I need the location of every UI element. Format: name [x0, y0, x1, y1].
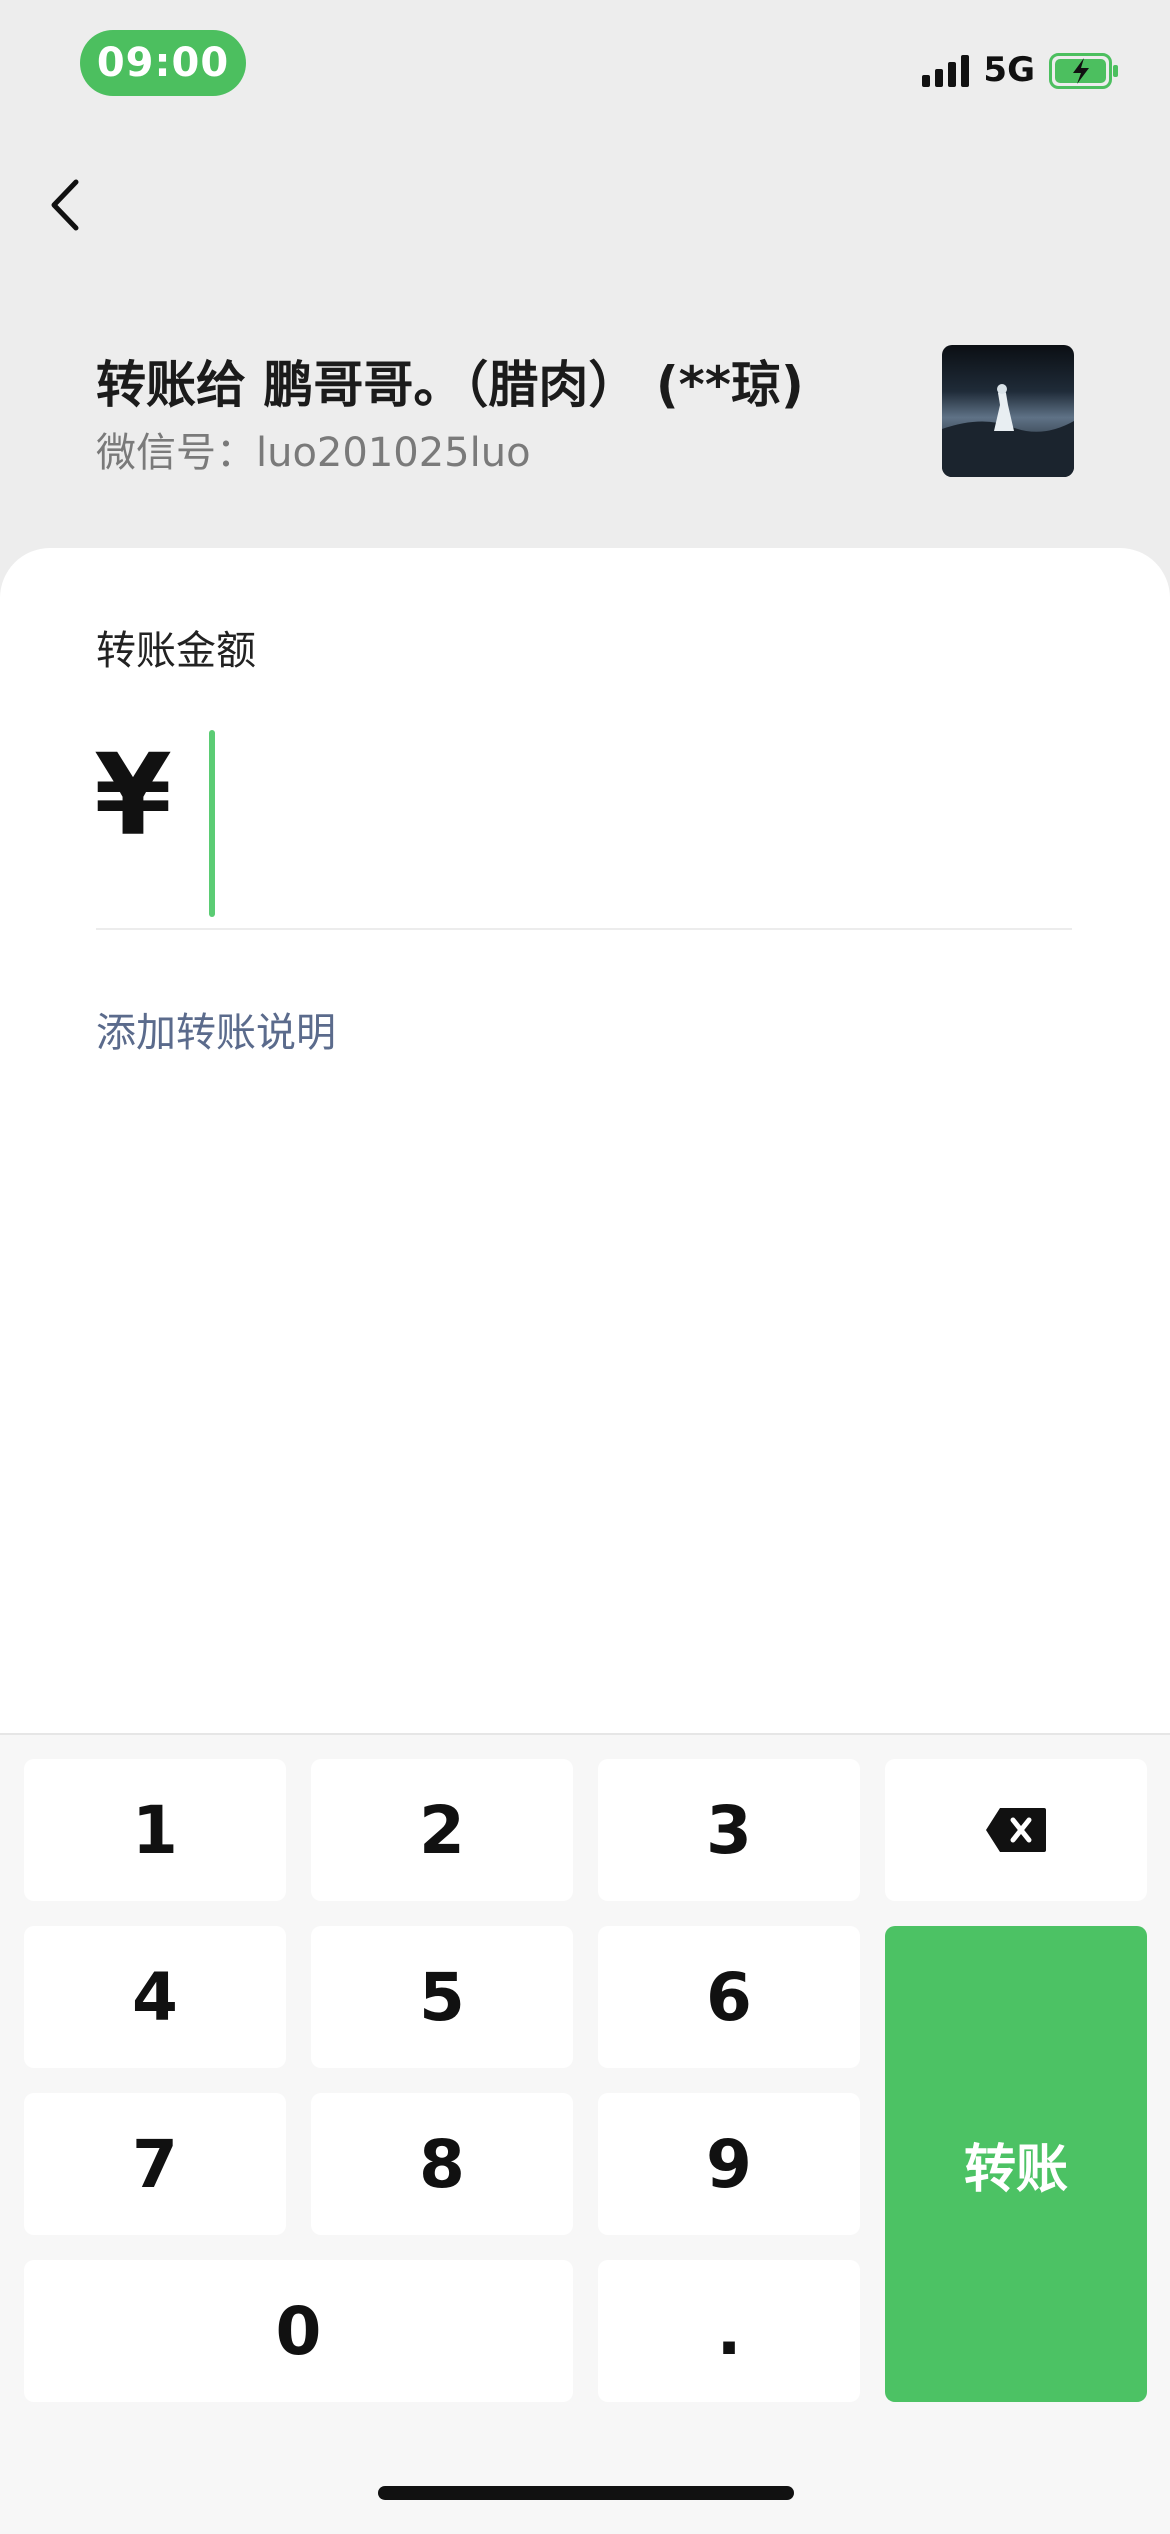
- status-time: 09:00: [80, 30, 246, 96]
- transfer-button[interactable]: 转账: [885, 1926, 1147, 2402]
- amount-panel: [0, 548, 1170, 1733]
- key-5[interactable]: 5: [311, 1926, 573, 2068]
- add-note-link[interactable]: 添加转账说明: [96, 1000, 336, 1058]
- key-3[interactable]: 3: [598, 1759, 860, 1901]
- avatar: [942, 345, 1074, 477]
- key-0[interactable]: 0: [24, 2260, 573, 2402]
- amount-divider: [96, 928, 1072, 930]
- battery-charging-icon: [1049, 53, 1118, 89]
- status-icons: 5G: [922, 50, 1118, 90]
- signal-icon: [922, 53, 970, 87]
- amount-input-cursor[interactable]: [209, 730, 215, 917]
- key-4[interactable]: 4: [24, 1926, 286, 2068]
- key-1[interactable]: 1: [24, 1759, 286, 1901]
- numeric-keypad: 1 2 3 4 5 6 7 8 9 0 . 转账: [0, 1733, 1170, 2534]
- backspace-icon: [986, 1808, 1046, 1852]
- payee-title: 转账给 鹏哥哥。（腊肉） (**琼): [96, 356, 804, 414]
- backspace-button[interactable]: [885, 1759, 1147, 1901]
- currency-symbol: ¥: [94, 731, 172, 861]
- home-indicator[interactable]: [378, 2486, 794, 2500]
- amount-label: 转账金额: [96, 628, 256, 674]
- key-7[interactable]: 7: [24, 2093, 286, 2235]
- key-2[interactable]: 2: [311, 1759, 573, 1901]
- chevron-left-icon: [51, 179, 79, 231]
- payee-wechat-id: 微信号：luo201025luo: [96, 430, 531, 476]
- key-9[interactable]: 9: [598, 2093, 860, 2235]
- key-decimal[interactable]: .: [598, 2260, 860, 2402]
- back-button[interactable]: [40, 170, 100, 240]
- key-6[interactable]: 6: [598, 1926, 860, 2068]
- key-8[interactable]: 8: [311, 2093, 573, 2235]
- network-type: 5G: [983, 50, 1035, 90]
